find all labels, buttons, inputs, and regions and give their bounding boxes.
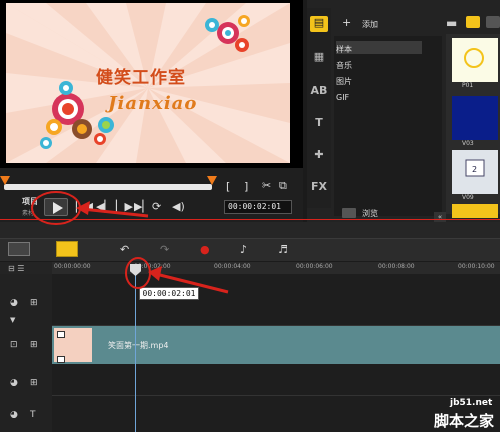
annotation-overlay — [31, 191, 229, 294]
watermark-name: 脚本之家 — [434, 412, 495, 430]
watermark-site: jb51.net — [450, 398, 493, 408]
